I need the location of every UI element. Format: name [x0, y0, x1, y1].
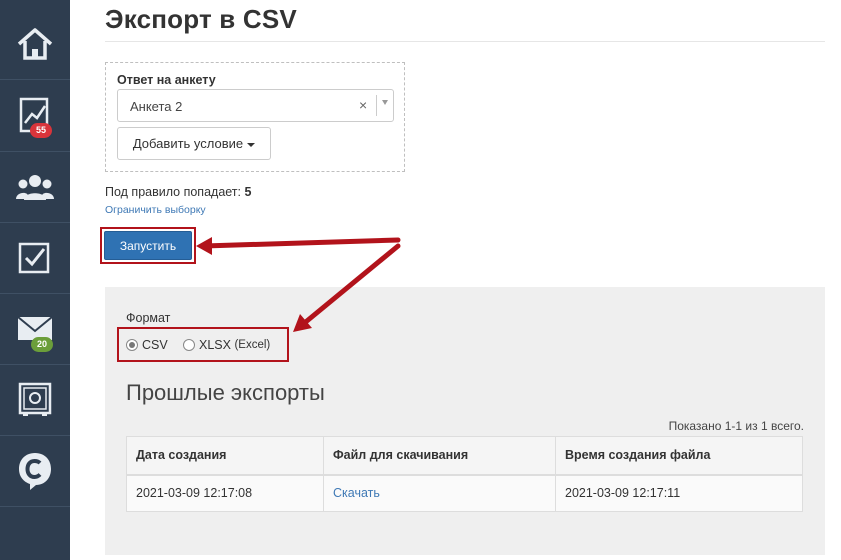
format-label: Формат [126, 311, 171, 325]
rule-count: Под правило попадает: 5 [105, 185, 251, 199]
exports-table: Дата создания Файл для скачивания Время … [126, 436, 803, 512]
title-divider [105, 41, 825, 42]
cell-created: 2021-03-09 12:17:08 [126, 474, 324, 512]
sidebar-item-mail[interactable]: 20 [0, 294, 70, 365]
rule-count-label: Под правило попадает: [105, 185, 242, 199]
home-icon [17, 27, 53, 61]
survey-select-value: Анкета 2 [130, 99, 183, 114]
xlsx-label: XLSX [199, 338, 231, 352]
add-condition-button[interactable]: Добавить условие [117, 127, 271, 160]
analytics-badge: 55 [30, 123, 53, 138]
checkbox-icon [18, 241, 52, 275]
sidebar-item-safe[interactable] [0, 365, 70, 436]
xlsx-sublabel: (Excel) [234, 339, 271, 351]
sidebar-item-chat[interactable] [0, 436, 70, 507]
chevron-down-icon[interactable] [382, 100, 388, 105]
filter-label: Ответ на анкету [117, 73, 216, 87]
caret-down-icon [247, 142, 256, 147]
csv-label: CSV [142, 338, 168, 352]
table-header-row: Дата создания Файл для скачивания Время … [126, 436, 803, 476]
survey-select[interactable]: Анкета 2 × [117, 89, 394, 122]
users-icon [16, 172, 54, 202]
pagination-summary: Показано 1-1 из 1 всего. [668, 419, 804, 433]
cell-file-time: 2021-03-09 12:17:11 [555, 474, 803, 512]
xlsx-radio[interactable] [183, 339, 195, 351]
sidebar-item-analytics[interactable]: 55 [0, 81, 70, 152]
clear-icon[interactable]: × [359, 97, 367, 113]
export-panel: Формат CSV XLSX (Excel) Прошлые экспорты… [105, 287, 825, 555]
chat-c-icon [17, 451, 53, 491]
sidebar-item-home[interactable] [0, 9, 70, 80]
sidebar-item-users[interactable] [0, 152, 70, 223]
format-option-csv[interactable]: CSV [126, 338, 168, 352]
safe-icon [18, 382, 52, 418]
header-file[interactable]: Файл для скачивания [323, 436, 556, 476]
run-button[interactable]: Запустить [104, 231, 192, 260]
download-link[interactable]: Скачать [333, 486, 380, 500]
format-option-xlsx[interactable]: XLSX (Excel) [183, 338, 270, 352]
page-title: Экспорт в CSV [105, 4, 297, 34]
select-separator [376, 95, 377, 116]
table-row: 2021-03-09 12:17:08 Скачать 2021-03-09 1… [126, 474, 803, 512]
sidebar: 55 20 [0, 0, 70, 560]
arrow-to-run-button [201, 237, 401, 249]
cell-file: Скачать [323, 474, 556, 512]
rule-count-value: 5 [244, 185, 252, 199]
arrow-head-run [196, 237, 212, 255]
mail-badge: 20 [31, 337, 54, 352]
csv-radio[interactable] [126, 339, 138, 351]
sidebar-item-tasks[interactable] [0, 223, 70, 294]
past-exports-title: Прошлые экспорты [126, 380, 325, 405]
header-file-time[interactable]: Время создания файла [555, 436, 803, 476]
add-condition-label: Добавить условие [132, 136, 244, 151]
filter-box: Ответ на анкету Анкета 2 × Добавить усло… [105, 62, 405, 172]
limit-selection-link[interactable]: Ограничить выборку [105, 204, 206, 216]
header-created[interactable]: Дата создания [126, 436, 324, 476]
